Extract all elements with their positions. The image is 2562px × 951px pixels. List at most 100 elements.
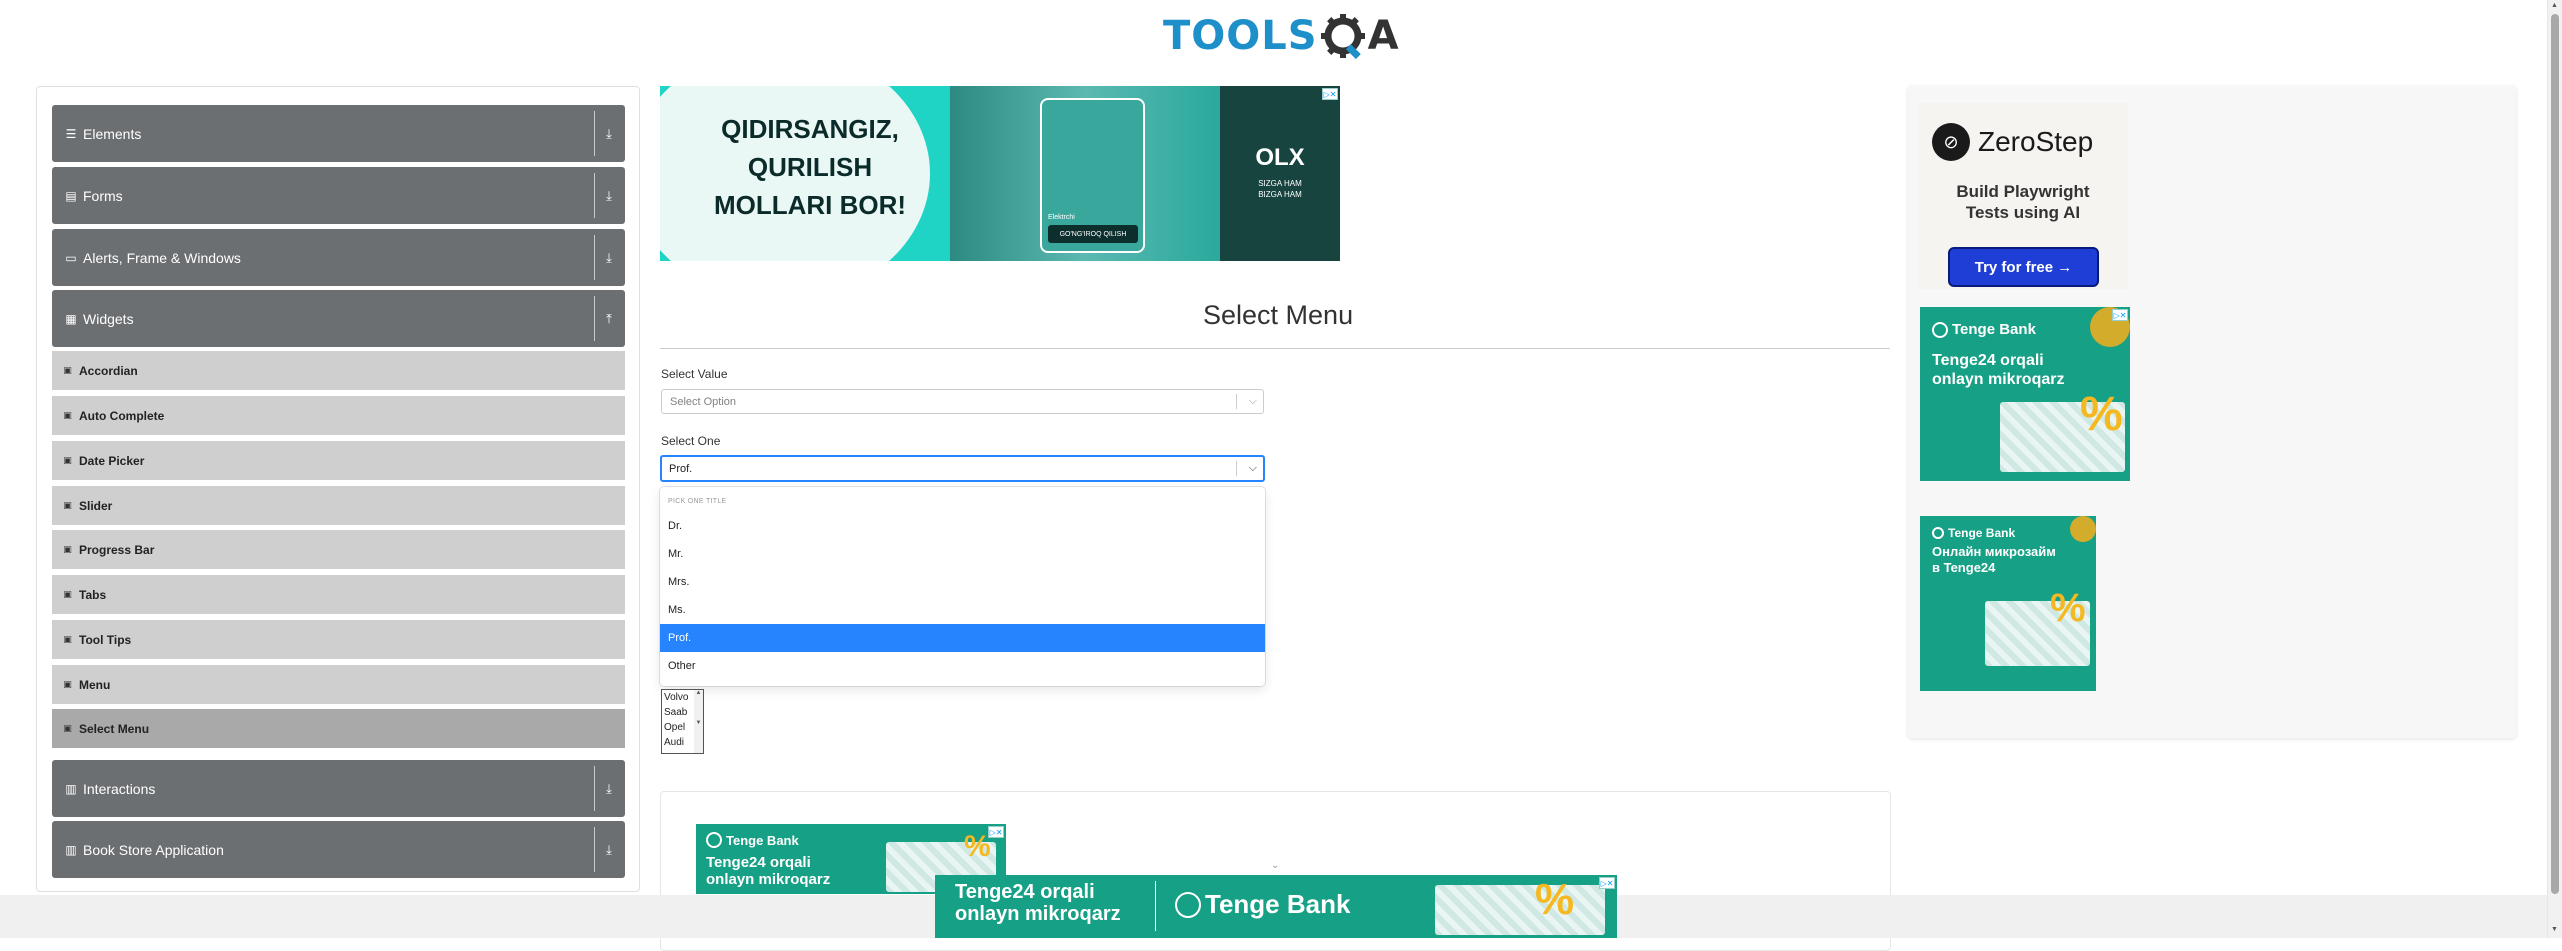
group-label: Interactions [83, 780, 156, 797]
grid-icon: ▦ [65, 311, 77, 326]
collapse-icon[interactable]: ⤒ [600, 290, 618, 347]
item-icon: ▣ [63, 410, 72, 420]
coin-illustration [2070, 516, 2096, 542]
book-icon: ▥ [65, 842, 77, 857]
sidebar-item-menu[interactable]: ▣ Menu [52, 662, 625, 704]
tenge-headline-line: Tenge24 orqali [1932, 352, 2044, 369]
expand-icon[interactable]: ⤓ [600, 760, 618, 817]
ad-headline-line: QIDIRSANGIZ, [721, 114, 899, 144]
gear-icon [1320, 14, 1365, 59]
option-dr[interactable]: Dr. [660, 512, 1265, 540]
divider [594, 766, 595, 811]
page-scrollbar[interactable]: ▲ ▼ [2547, 0, 2562, 938]
item-icon: ▣ [63, 500, 72, 510]
tenge-bank-ad-right-2[interactable]: Tenge Bank Онлайн микрозайм в Tenge24 % [1920, 516, 2096, 691]
select-value-placeholder: Select Option [670, 395, 737, 408]
cars-multiselect[interactable]: Volvo Saab Opel Audi ▲ ▼ [661, 689, 704, 754]
expand-icon[interactable]: ⤓ [600, 167, 618, 224]
tenge-headline: Tenge24 orqali onlayn mikroqarz [955, 881, 1121, 925]
tenge-brand: Tenge Bank [1205, 889, 1351, 919]
form-icon: ▤ [65, 188, 77, 203]
divider [594, 173, 595, 218]
sidebar-item-progress-bar[interactable]: ▣ Progress Bar [52, 527, 625, 569]
toolsqa-logo[interactable]: TOOLS A [1163, 10, 1399, 62]
sidebar-item-select-menu[interactable]: ▣ Select Menu [52, 706, 625, 748]
zerostep-mark-icon: ⊘ [1932, 123, 1970, 161]
tenge-headline: Онлайн микрозайм в Tenge24 [1932, 544, 2056, 576]
money-illustration [1435, 885, 1605, 935]
tenge-mark-icon [1175, 891, 1201, 918]
item-icon: ▣ [63, 365, 72, 375]
sidebar-item-auto-complete[interactable]: ▣ Auto Complete [52, 393, 625, 435]
sidebar-item-label: Tool Tips [79, 632, 132, 647]
expand-icon[interactable]: ⤓ [600, 229, 618, 286]
divider [1236, 461, 1237, 476]
percent-sign: % [2050, 586, 2086, 630]
ad-choices-icon[interactable]: ▷✕ [988, 826, 1004, 838]
ad-choices-icon[interactable]: ▷✕ [1322, 88, 1338, 100]
banner-divider [1155, 881, 1156, 931]
option-other[interactable]: Other [660, 652, 1265, 680]
option-mrs[interactable]: Mrs. [660, 568, 1265, 596]
ad-headline-line: QURILISH [747, 152, 873, 182]
tenge-logo: Tenge Bank [1932, 321, 2036, 338]
list-scrollbar[interactable]: ▲ ▼ [694, 690, 703, 753]
zerostep-ad[interactable]: ⊘ ZeroStep Build Playwright Tests using … [1918, 103, 2128, 289]
sidebar-item-tool-tips[interactable]: ▣ Tool Tips [52, 617, 625, 659]
group-label: Book Store Application [83, 841, 224, 858]
tenge-headline: Tenge24 orqali onlayn mikroqarz [1932, 351, 2064, 389]
sidebar-item-date-picker[interactable]: ▣ Date Picker [52, 438, 625, 480]
ad-choices-icon[interactable]: ▷✕ [1599, 877, 1615, 889]
group-alerts-frame-windows[interactable]: ▭ Alerts, Frame & Windows ⤓ [52, 229, 625, 286]
group-forms[interactable]: ▤ Forms ⤓ [52, 167, 625, 224]
expand-icon[interactable]: ⤓ [600, 821, 618, 878]
olx-tagline-line: BIZGA HAM [1258, 190, 1302, 199]
tenge-headline-line: Онлайн микрозайм [1932, 544, 2056, 559]
try-for-free-button[interactable]: Try for free → [1948, 247, 2099, 287]
ad-phone-mockup: Elektrchi GO'NG'IROQ QILISH [1040, 98, 1145, 253]
select-one-menu: Pick one title Dr. Mr. Mrs. Ms. Prof. Ot… [660, 487, 1265, 686]
window-icon: ▭ [65, 250, 77, 265]
chevron-down-icon[interactable]: ⌵ [1249, 457, 1257, 480]
option-prof[interactable]: Prof. [660, 624, 1265, 652]
expand-icon[interactable]: ⤓ [600, 105, 618, 162]
item-icon: ▣ [63, 723, 72, 733]
tenge-headline-line: в Tenge24 [1932, 560, 1996, 575]
group-book-store[interactable]: ▥ Book Store Application ⤓ [52, 821, 625, 878]
scroll-up-icon[interactable]: ▲ [2551, 2, 2558, 9]
tenge-bank-sticky-banner[interactable]: Tenge24 orqali onlayn mikroqarz Tenge Ba… [935, 875, 1617, 938]
scrollbar-thumb[interactable] [2551, 14, 2559, 894]
ad-choices-icon[interactable]: ▷✕ [2112, 309, 2128, 321]
sidebar-item-slider[interactable]: ▣ Slider [52, 483, 625, 525]
sidebar-item-accordian[interactable]: ▣ Accordian [52, 348, 625, 390]
sidebar-item-label: Date Picker [79, 453, 145, 468]
item-icon: ▣ [63, 679, 72, 689]
chevron-down-icon[interactable]: ⌵ [1249, 390, 1257, 413]
tenge-headline-line: onlayn mikroqarz [706, 871, 831, 888]
divider [594, 296, 595, 341]
group-widgets[interactable]: ▦ Widgets ⤒ [52, 290, 625, 347]
percent-sign: % [2080, 388, 2123, 441]
ad-phone-label: Elektrchi [1048, 214, 1075, 221]
divider [594, 827, 595, 872]
select-value-dropdown[interactable]: Select Option ⌵ [661, 389, 1264, 414]
olx-advertisement[interactable]: QIDIRSANGIZ, QURILISH MOLLARI BOR! Elekt… [660, 86, 1340, 261]
scroll-down-icon[interactable]: ▼ [2551, 926, 2558, 933]
select-one-dropdown[interactable]: Prof. ⌵ [660, 455, 1265, 482]
group-label: Widgets [83, 310, 134, 327]
tenge-bank-ad-right-1[interactable]: Tenge Bank Tenge24 orqali onlayn mikroqa… [1920, 307, 2130, 481]
ad-headline-line: MOLLARI BOR! [713, 190, 907, 220]
option-mr[interactable]: Mr. [660, 540, 1265, 568]
group-interactions[interactable]: ▥ Interactions ⤓ [52, 760, 625, 817]
sidebar-item-label: Slider [79, 498, 113, 513]
select-one-value: Prof. [669, 462, 693, 475]
percent-sign: % [1535, 875, 1575, 924]
group-elements[interactable]: ☰ Elements ⤓ [52, 105, 625, 162]
tenge-headline-line: Tenge24 orqali [955, 881, 1095, 903]
sidebar-item-tabs[interactable]: ▣ Tabs [52, 572, 625, 614]
option-ms[interactable]: Ms. [660, 596, 1265, 624]
olx-logo: OLX [1255, 144, 1305, 171]
hand-icon: ▥ [65, 781, 77, 796]
tenge-headline-line: onlayn mikroqarz [955, 903, 1121, 925]
divider [594, 111, 595, 156]
